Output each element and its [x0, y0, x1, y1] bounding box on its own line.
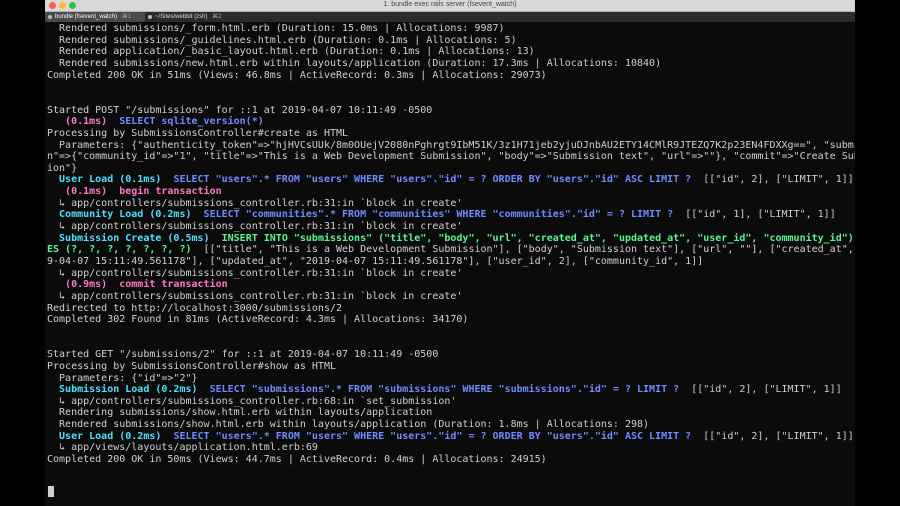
tab-close-icon[interactable]	[148, 15, 152, 19]
tab-bar: bundle (fsevent_watch) ⌘1 ~/Sites/webbit…	[45, 12, 855, 22]
terminal-line: Rendered submissions/show.html.erb withi…	[47, 419, 649, 431]
terminal-text: SELECT "users".* FROM "users" WHERE "use…	[173, 430, 692, 442]
terminal-text: [["id", 2], ["LIMIT", 1]]	[691, 430, 854, 442]
tab-shortcut: ⌘1	[121, 14, 132, 20]
terminal-text: commit transaction	[119, 279, 228, 291]
tab-zsh[interactable]: ~/Sites/webbit (zsh) ⌘2	[145, 12, 245, 22]
terminal-text: 9-04-07 15:11:49.561178"], ["updated_at"…	[47, 256, 704, 267]
terminal-text: Started GET "/submissions/2" for ::1 at …	[47, 349, 439, 361]
text-cursor	[48, 486, 54, 497]
terminal-line: ↳ app/controllers/submissions_controller…	[47, 396, 456, 408]
terminal-line: Processing by SubmissionsController#show…	[47, 361, 336, 373]
terminal-text: ↳ app/controllers/submissions_controller…	[47, 197, 463, 209]
terminal-text: SELECT sqlite_version(*)	[119, 116, 264, 128]
terminal-text: Completed 200 OK in 51ms (Views: 46.8ms …	[47, 69, 547, 81]
terminal-line: Rendered submissions/new.html.erb within…	[47, 58, 661, 70]
terminal-text: Completed 200 OK in 50ms (Views: 44.7ms …	[47, 454, 547, 466]
terminal-line: Parameters: {"authenticity_token"=>"hjHV…	[47, 140, 855, 152]
terminal-line: (0.9ms) commit transaction	[47, 279, 228, 291]
terminal-text: Parameters: {"authenticity_token"=>"hjHV…	[47, 139, 855, 151]
terminal-line: Parameters: {"id"=>"2"}	[47, 372, 198, 385]
terminal-line: 9-04-07 15:11:49.561178"], ["updated_at"…	[47, 256, 703, 268]
terminal-line: ↳ app/controllers/submissions_controller…	[47, 198, 462, 210]
terminal-line: Rendered submissions/_guidelines.html.er…	[47, 35, 517, 47]
tab-bundle[interactable]: bundle (fsevent_watch) ⌘1	[45, 12, 145, 22]
terminal-text: Rendered application/_basic_layout.html.…	[47, 46, 535, 58]
terminal-line: User Load (0.1ms) SELECT "users".* FROM …	[47, 174, 854, 186]
terminal-output[interactable]: Rendered submissions/_form.html.erb (Dur…	[45, 22, 855, 506]
terminal-text: (0.1ms)	[47, 186, 120, 198]
terminal-text: Rendered submissions/show.html.erb withi…	[47, 419, 650, 431]
terminal-text: Rendered submissions/_guidelines.html.er…	[47, 34, 517, 46]
terminal-line: Rendering submissions/show.html.erb with…	[47, 407, 432, 419]
terminal-text: User Load (0.1ms)	[47, 174, 174, 186]
terminal-text: ↳ app/controllers/submissions_controller…	[47, 267, 463, 279]
terminal-line: (0.1ms) SELECT sqlite_version(*)	[47, 116, 264, 128]
terminal-text: [["id", 2], ["LIMIT", 1]]	[679, 384, 842, 396]
terminal-text: (0.1ms)	[47, 116, 120, 128]
tab-label: bundle (fsevent_watch)	[55, 14, 118, 20]
terminal-line: ion"}	[47, 163, 77, 175]
terminal-line: Completed 302 Found in 81ms (ActiveRecor…	[47, 314, 468, 326]
terminal-line: ES (?, ?, ?, ?, ?, ?, ?) [["title", "Thi…	[47, 244, 855, 256]
window-title: 1. bundle exec rails server (fsevent_wat…	[383, 1, 517, 8]
terminal-line: (0.1ms) begin transaction	[47, 186, 222, 198]
terminal-text: Redirected to http://localhost:3000/subm…	[47, 302, 343, 314]
terminal-text: Rendering submissions/show.html.erb with…	[47, 407, 433, 419]
terminal-text: Community Load (0.2ms)	[47, 209, 204, 221]
terminal-text: SELECT "submissions".* FROM "submissions…	[209, 384, 680, 396]
terminal-line: Rendered submissions/_form.html.erb (Dur…	[47, 23, 505, 35]
terminal-line: ↳ app/controllers/submissions_controller…	[47, 268, 462, 280]
terminal-text: ↳ app/controllers/submissions_controller…	[47, 221, 463, 233]
terminal-line: User Load (0.2ms) SELECT "users".* FROM …	[47, 431, 854, 443]
tab-shortcut: ⌘2	[212, 14, 222, 20]
terminal-line: ↳ app/controllers/submissions_controller…	[47, 291, 462, 303]
title-bar: 1. bundle exec rails server (fsevent_wat…	[45, 0, 855, 12]
terminal-text: User Load (0.2ms)	[47, 430, 174, 442]
terminal-text: n"=>{"community_id"=>"1", "title"=>"This…	[47, 151, 855, 163]
terminal-line: Started POST "/submissions" for ::1 at 2…	[47, 105, 432, 117]
terminal-text: [["id", 2], ["LIMIT", 1]]	[691, 174, 854, 186]
terminal-text: ↳ app/controllers/submissions_controller…	[47, 290, 463, 302]
terminal-text: ↳ app/views/layouts/application.html.erb…	[47, 442, 318, 454]
terminal-line: Processing by SubmissionsController#crea…	[47, 128, 348, 140]
terminal-line: Redirected to http://localhost:3000/subm…	[47, 303, 342, 315]
terminal-line: ↳ app/controllers/submissions_controller…	[47, 221, 462, 233]
terminal-line: Community Load (0.2ms) SELECT "communiti…	[47, 209, 836, 221]
terminal-text: [["id", 1], ["LIMIT", 1]]	[673, 209, 836, 221]
terminal-text: ↳ app/controllers/submissions_controller…	[47, 395, 457, 407]
terminal-line: Completed 200 OK in 50ms (Views: 44.7ms …	[47, 454, 547, 466]
tab-close-icon[interactable]	[48, 15, 52, 19]
tab-label: ~/Sites/webbit (zsh)	[155, 14, 208, 20]
terminal-text: Processing by SubmissionsController#crea…	[47, 127, 349, 139]
terminal-line: Rendered application/_basic_layout.html.…	[47, 46, 535, 58]
terminal-text: (0.9ms)	[47, 279, 120, 291]
terminal-text: Rendered submissions/_form.html.erb (Dur…	[47, 23, 505, 34]
terminal-text: begin transaction	[119, 186, 222, 198]
terminal-line: ↳ app/views/layouts/application.html.erb…	[47, 442, 318, 454]
terminal-text: Submission Load (0.2ms)	[47, 384, 210, 396]
terminal-text: Completed 302 Found in 81ms (ActiveRecor…	[47, 314, 469, 326]
terminal-line: n"=>{"community_id"=>"1", "title"=>"This…	[47, 151, 855, 163]
terminal-text: Started POST "/submissions" for ::1 at 2…	[47, 104, 433, 116]
terminal-text: SELECT "communities".* FROM "communities…	[203, 209, 674, 221]
terminal-text: Rendered submissions/new.html.erb within…	[47, 57, 662, 69]
terminal-text: Processing by SubmissionsController#show…	[47, 360, 336, 372]
terminal-line: Submission Create (0.5ms) INSERT INTO "s…	[47, 233, 855, 245]
terminal-text: Parameters: {"id"=>"2"}	[47, 372, 198, 384]
terminal-text: Submission Create (0.5ms)	[47, 232, 222, 244]
terminal-text: ion"}	[47, 162, 78, 174]
terminal-line: Completed 200 OK in 51ms (Views: 46.8ms …	[47, 70, 547, 82]
terminal-line: Submission Load (0.2ms) SELECT "submissi…	[47, 384, 842, 396]
terminal-text: SELECT "users".* FROM "users" WHERE "use…	[173, 174, 692, 186]
terminal-text: INSERT INTO "submissions" ("title", "bod…	[221, 232, 855, 244]
terminal-text: [["title", "This is a Web Development Su…	[191, 244, 855, 256]
terminal-line: Started GET "/submissions/2" for ::1 at …	[47, 349, 438, 361]
terminal-window: 1. bundle exec rails server (fsevent_wat…	[45, 0, 855, 506]
terminal-text: ES (?, ?, ?, ?, ?, ?, ?)	[47, 244, 192, 256]
